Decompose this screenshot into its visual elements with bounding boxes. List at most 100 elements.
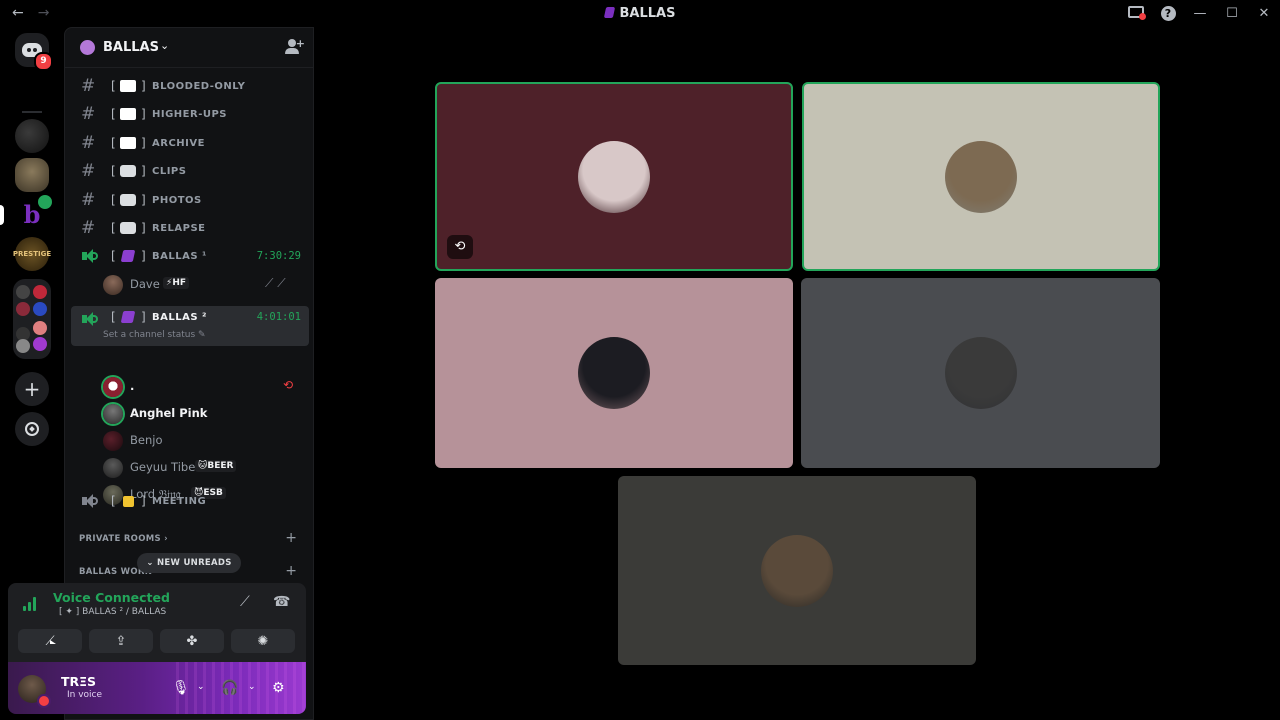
channel-higher-ups[interactable]: # [] HIGHER-UPS [71, 101, 309, 127]
microphone-icon[interactable]: 🎙 [172, 680, 190, 696]
folder-server-icon [16, 285, 30, 299]
chevron-down-icon[interactable]: ⌄ [248, 682, 256, 692]
channel-name: ARCHIVE [152, 138, 205, 149]
bracket-open: [ [111, 136, 116, 150]
server-folder[interactable] [13, 279, 51, 359]
current-user-status: In voice [67, 690, 103, 700]
server-icon-1[interactable] [15, 119, 49, 153]
participant-tile[interactable] [618, 476, 976, 665]
bracket-close: ] [141, 310, 146, 324]
voice-user-geyuu-tibe[interactable]: Geyuu Tibe 🐱BEER [99, 456, 309, 480]
voice-user-dave[interactable]: Dave ⚡HF ⟋ ⟋ [99, 273, 309, 297]
guild-icon [80, 40, 95, 55]
channel-clips[interactable]: # [] CLIPS [71, 158, 309, 184]
voice-channel-path[interactable]: [ ✦ ] BALLAS ² / BALLAS [59, 607, 166, 617]
soundboard-button[interactable]: ✺ [231, 629, 295, 653]
gem-icon [120, 311, 136, 323]
participant-tile[interactable] [435, 278, 793, 468]
hash-icon: # [81, 104, 96, 124]
channel-name: BLOODED-ONLY [152, 81, 246, 92]
close-button[interactable]: ✕ [1248, 6, 1280, 21]
screen-share-icon[interactable] [1120, 5, 1152, 22]
username: Benjo [130, 433, 163, 447]
bracket-close: ] [141, 221, 146, 235]
hash-icon: # [81, 76, 96, 96]
folder-server-icon [33, 337, 47, 351]
add-channel-icon[interactable]: + [285, 563, 297, 579]
username: Dave [130, 277, 160, 291]
username: Geyuu Tibe [130, 460, 196, 474]
maximize-button[interactable]: ☐ [1216, 6, 1248, 21]
avatar [103, 431, 123, 451]
home-button[interactable]: 9 [15, 33, 53, 71]
bracket-open: [ [111, 107, 116, 121]
bracket-open: [ [111, 249, 116, 263]
server-icon-prestige[interactable]: PRESTIGE [13, 237, 51, 271]
explore-button[interactable] [15, 412, 49, 446]
folder-server-icon [16, 302, 30, 316]
channel-name: RELAPSE [152, 223, 206, 234]
bracket-open: [ [111, 310, 116, 324]
participant-avatar [578, 337, 650, 409]
server-icon-2[interactable] [15, 158, 49, 192]
hash-icon: # [81, 161, 96, 181]
speech-bubble-icon [120, 137, 136, 149]
channel-blooded-only[interactable]: # [] BLOODED-ONLY [71, 73, 309, 99]
add-channel-icon[interactable]: + [285, 530, 297, 546]
folder-server-icon [33, 302, 47, 316]
voice-channel-meeting[interactable]: [] MEETING [71, 488, 309, 514]
noise-suppression-icon[interactable]: ⟋ [240, 594, 250, 610]
guild-header[interactable]: BALLAS ⌄ + [65, 28, 313, 68]
voice-channel-ballas-1[interactable]: [] BALLAS ¹ 7:30:29 [71, 243, 309, 269]
disconnect-icon[interactable]: ☎ [273, 594, 290, 610]
voice-user-dot[interactable]: . ⟲ [99, 375, 309, 399]
bracket-open: [ [111, 164, 116, 178]
bracket-open: [ [111, 494, 116, 508]
participant-tile[interactable]: ⟲ [435, 82, 793, 271]
voice-status-title[interactable]: Voice Connected [53, 590, 170, 605]
share-screen-button[interactable]: ⇪ [89, 629, 153, 653]
hash-icon: # [81, 133, 96, 153]
participant-tile[interactable] [802, 82, 1160, 271]
participant-tile[interactable] [801, 278, 1160, 468]
bracket-open: [ [111, 193, 116, 207]
minimize-button[interactable]: — [1184, 6, 1216, 21]
gear-icon[interactable]: ⚙ [272, 680, 285, 696]
bracket-close: ] [141, 494, 146, 508]
username: . [130, 379, 135, 393]
folder-server-icon [33, 285, 47, 299]
voice-connected-panel: Voice Connected [ ✦ ] BALLAS ² / BALLAS … [8, 583, 306, 662]
channel-status-prompt[interactable]: Set a channel status ✎ [103, 330, 206, 340]
voice-timer: 7:30:29 [256, 250, 301, 262]
channel-archive[interactable]: # [] ARCHIVE [71, 130, 309, 156]
avatar [103, 275, 123, 295]
server-icon-ballas[interactable]: b [15, 193, 54, 231]
voice-user-anghel-pink[interactable]: Anghel Pink [99, 402, 309, 426]
channel-photos[interactable]: # [] PHOTOS [71, 187, 309, 213]
mention-badge: 9 [34, 52, 53, 71]
speaker-icon [82, 248, 98, 264]
folder-server-icon [33, 321, 47, 335]
username: Anghel Pink [130, 406, 208, 420]
channel-name: MEETING [152, 496, 207, 507]
invite-people-icon[interactable]: + [285, 38, 305, 55]
headphones-icon[interactable]: 🎧 [221, 680, 238, 696]
help-icon[interactable]: ? [1152, 6, 1184, 21]
category-private-rooms[interactable]: PRIVATE ROOMS › [79, 534, 168, 544]
avatar [103, 458, 123, 478]
speaker-icon [82, 311, 98, 327]
channel-name: PHOTOS [152, 195, 202, 206]
channel-relapse[interactable]: # [] RELAPSE [71, 215, 309, 241]
speaker-icon [82, 493, 98, 509]
bracket-close: ] [141, 79, 146, 93]
chevron-down-icon[interactable]: ⌄ [197, 682, 205, 692]
camera-icon [120, 165, 136, 177]
mouse-cursor-icon [50, 640, 56, 644]
add-server-button[interactable]: + [15, 372, 49, 406]
activities-button[interactable]: ✤ [160, 629, 224, 653]
current-username[interactable]: TRΞS [61, 674, 96, 689]
connection-signal-icon[interactable] [23, 597, 39, 611]
voice-channel-ballas-2[interactable]: [] BALLAS ² 4:01:01 Set a channel status… [71, 306, 309, 346]
new-unreads-button[interactable]: ⌄ NEW UNREADS [137, 553, 241, 573]
voice-user-benjo[interactable]: Benjo [99, 429, 309, 453]
